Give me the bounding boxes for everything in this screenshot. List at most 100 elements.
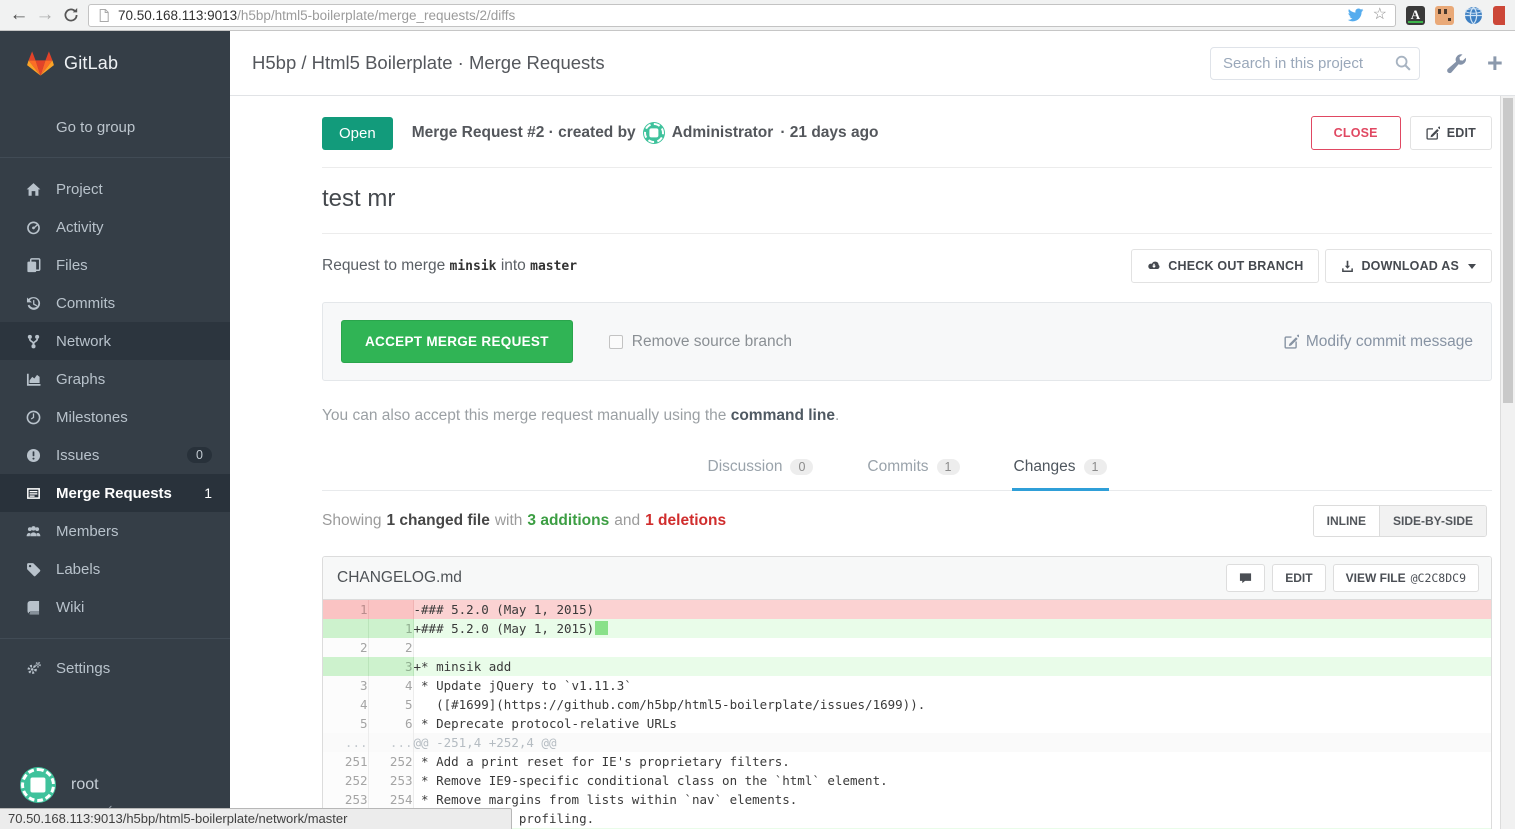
browser-forward-icon[interactable]: → — [32, 1, 58, 29]
diff-line: 1 -### 5.2.0 (May 1, 2015) — [323, 600, 1491, 619]
sidebar-item-settings[interactable]: Settings — [0, 649, 230, 687]
sidebar-item-issues[interactable]: Issues 0 — [0, 436, 230, 474]
sidebar-item-network[interactable]: Network — [0, 322, 230, 360]
members-icon — [26, 524, 41, 539]
old-line-number[interactable]: 251 — [323, 752, 368, 771]
diff-line-content: +* minsik add — [413, 657, 1491, 676]
tab-discussion[interactable]: Discussion 0 — [706, 448, 816, 491]
new-line-number[interactable]: 252 — [368, 752, 413, 771]
sidebar-item-wiki[interactable]: Wiki — [0, 588, 230, 626]
inline-view-button[interactable]: INLINE — [1314, 506, 1379, 536]
new-line-number[interactable]: 6 — [368, 714, 413, 733]
graphs-icon — [26, 372, 41, 387]
new-line-number[interactable]: 4 — [368, 676, 413, 695]
diff-file-header: CHANGELOG.md EDIT VIEW FILE @c2c8dc9 — [323, 557, 1491, 600]
side-by-side-view-button[interactable]: SIDE-BY-SIDE — [1379, 506, 1486, 536]
search-input[interactable] — [1210, 47, 1420, 80]
diff-line-content: @@ -251,4 +252,4 @@ — [413, 733, 1491, 752]
twitter-icon[interactable] — [1347, 8, 1364, 23]
sidebar-item-files[interactable]: Files — [0, 246, 230, 284]
sidebar-item-milestones[interactable]: Milestones — [0, 398, 230, 436]
old-line-number[interactable]: 2 — [323, 638, 368, 657]
sidebar-item-project[interactable]: Project — [0, 170, 230, 208]
diff-line-content: * Update jQuery to `v1.11.3` — [413, 676, 1491, 695]
browser-reload-icon[interactable] — [58, 7, 84, 23]
sidebar-item-merge-requests[interactable]: Merge Requests 1 — [0, 474, 230, 512]
diff-line: 2 2 — [323, 638, 1491, 657]
breadcrumb: H5bp / Html5 Boilerplate · Merge Request… — [252, 52, 605, 74]
bookmark-star-icon[interactable]: ☆ — [1373, 5, 1387, 25]
check-out-branch-button[interactable]: CHECK OUT BRANCH — [1131, 249, 1319, 283]
sidebar-item-labels[interactable]: Labels — [0, 550, 230, 588]
comment-button[interactable] — [1226, 564, 1265, 592]
new-line-number[interactable]: 253 — [368, 771, 413, 790]
page-icon — [97, 8, 111, 23]
new-line-number[interactable]: 2 — [368, 638, 413, 657]
new-line-number[interactable]: 3 — [368, 657, 413, 676]
new-line-number[interactable]: ... — [368, 733, 413, 752]
edit-button[interactable]: EDIT — [1410, 116, 1492, 150]
new-line-number[interactable]: 5 — [368, 695, 413, 714]
admin-wrench-icon[interactable] — [1446, 53, 1467, 74]
diff-table: 1 -### 5.2.0 (May 1, 2015) 1 +### 5.2.0 … — [323, 600, 1491, 829]
extension-a-icon[interactable]: A — [1406, 6, 1425, 25]
tab-changes[interactable]: Changes 1 — [1012, 448, 1109, 491]
tab-commits[interactable]: Commits 1 — [865, 448, 961, 491]
old-line-number[interactable]: 1 — [323, 600, 368, 619]
old-line-number[interactable]: 253 — [323, 790, 368, 809]
globe-extension-icon[interactable] — [1464, 6, 1483, 25]
old-line-number[interactable]: 3 — [323, 676, 368, 695]
extension-partial-icon[interactable] — [1493, 6, 1505, 25]
diff-line: 3 +* minsik add — [323, 657, 1491, 676]
gitlab-logo[interactable]: GitLab — [0, 31, 230, 96]
view-file-button[interactable]: VIEW FILE @c2c8dc9 — [1333, 564, 1479, 592]
file-edit-button[interactable]: EDIT — [1272, 564, 1325, 592]
new-line-number[interactable] — [368, 600, 413, 619]
sidebar-item-commits[interactable]: Commits — [0, 284, 230, 322]
accept-merge-request-button[interactable]: ACCEPT MERGE REQUEST — [341, 320, 573, 363]
user-name: root — [71, 776, 99, 794]
scrollbar-thumb[interactable] — [1503, 98, 1513, 403]
fork-icon — [26, 334, 41, 349]
current-user[interactable]: root — [20, 767, 99, 803]
diff-line-content: +### 5.2.0 (May 1, 2015) — [413, 619, 1491, 638]
go-to-group-link[interactable]: Go to group — [0, 96, 230, 157]
browser-back-icon[interactable]: ← — [6, 1, 32, 29]
diff-line: 4 5 ([#1699](https://github.com/h5bp/htm… — [323, 695, 1491, 714]
diff-line: 251 252 * Add a print reset for IE's pro… — [323, 752, 1491, 771]
diff-line-content — [413, 638, 1491, 657]
sidebar-item-activity[interactable]: Activity — [0, 208, 230, 246]
edit-icon — [1426, 126, 1440, 140]
labels-icon — [26, 562, 41, 577]
sidebar-item-members[interactable]: Members — [0, 512, 230, 550]
old-line-number[interactable]: 252 — [323, 771, 368, 790]
app-header: H5bp / Html5 Boilerplate · Merge Request… — [230, 31, 1515, 96]
page-scrollbar[interactable] — [1500, 96, 1515, 829]
sidebar-item-graphs[interactable]: Graphs — [0, 360, 230, 398]
milestones-icon — [26, 410, 41, 425]
new-project-plus-icon[interactable]: + — [1487, 50, 1509, 76]
command-line-link[interactable]: command line — [731, 407, 835, 424]
old-line-number[interactable] — [323, 619, 368, 638]
new-line-number[interactable]: 254 — [368, 790, 413, 809]
old-line-number[interactable] — [323, 657, 368, 676]
link-status-bar: 70.50.168.113:9013/h5bp/html5-boilerplat… — [0, 808, 512, 829]
mr-title-row: test mr — [322, 168, 1492, 234]
old-line-number[interactable]: 4 — [323, 695, 368, 714]
mr-meta: Merge Request #2 · created by Administra… — [412, 122, 879, 144]
download-as-button[interactable]: DOWNLOAD AS — [1325, 249, 1492, 283]
source-branch: minsik — [450, 259, 497, 274]
diff-view-toggle: INLINE SIDE-BY-SIDE — [1313, 505, 1487, 537]
url-bar[interactable]: 70.50.168.113:9013/h5bp/html5-boilerplat… — [88, 4, 1396, 27]
old-line-number[interactable]: 5 — [323, 714, 368, 733]
remove-source-branch-checkbox[interactable] — [609, 335, 623, 349]
url-text: 70.50.168.113:9013/h5bp/html5-boilerplat… — [118, 8, 1347, 23]
diff-line-content: ([#1699](https://github.com/h5bp/html5-b… — [413, 695, 1491, 714]
wiki-icon — [26, 600, 41, 615]
extension-orange-icon[interactable] — [1435, 6, 1454, 25]
settings-icon — [26, 661, 41, 676]
modify-commit-message-link[interactable]: Modify commit message — [1284, 333, 1473, 351]
new-line-number[interactable]: 1 — [368, 619, 413, 638]
close-button[interactable]: CLOSE — [1311, 116, 1401, 150]
old-line-number[interactable]: ... — [323, 733, 368, 752]
